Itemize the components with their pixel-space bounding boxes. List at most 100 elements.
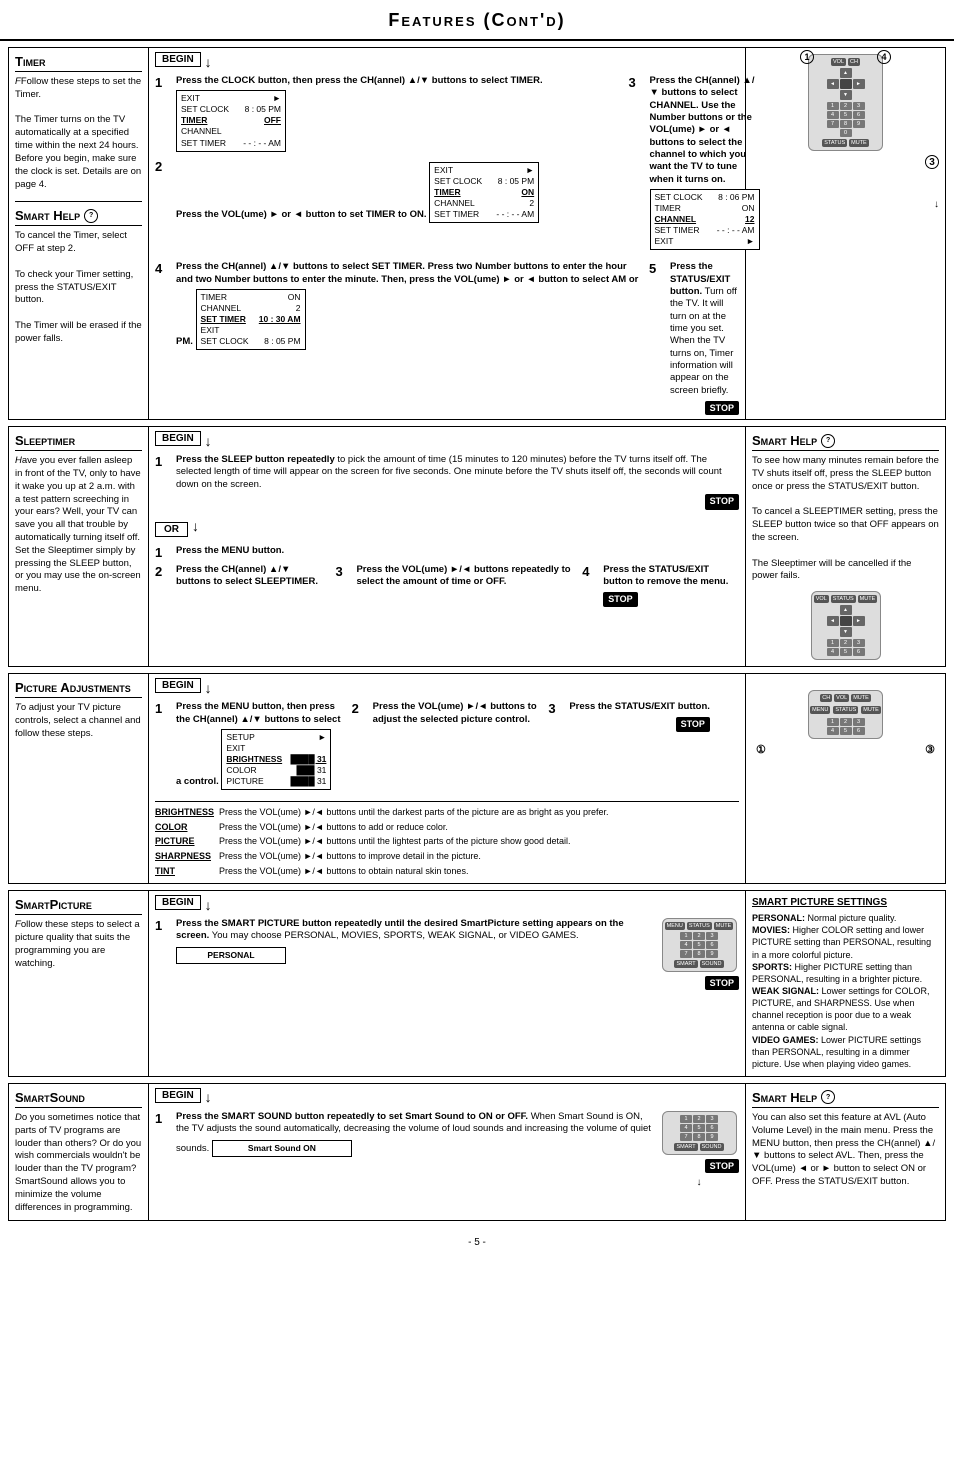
r-5: 5 — [840, 111, 852, 119]
sr-2: 2 — [840, 639, 852, 647]
timer-step-5: 5 Press the STATUS/EXIT button. Turn off… — [649, 261, 739, 397]
r-mute: MUTE — [849, 139, 869, 147]
page-container: Features (Cont'd) Timer FFollow these st… — [0, 0, 954, 1252]
remote-badge-4: 4 — [877, 50, 891, 64]
sleeptimer-section: Sleeptimer Have you ever fallen asleep i… — [8, 426, 946, 667]
sr-6: 6 — [853, 648, 865, 656]
pr-mute: MUTE — [851, 694, 871, 702]
spr-smart: SMART — [674, 960, 697, 968]
ss-arrow-down: ↓ — [697, 1177, 702, 1188]
sleeptimer-left: Sleeptimer Have you ever fallen asleep i… — [9, 427, 149, 666]
sleep-s1b-text: Press the MENU button. — [176, 545, 284, 557]
ssr-sound: SOUND — [700, 1143, 724, 1151]
sleep-or-arrow: ↓ — [192, 518, 199, 541]
pic-s3-text: Press the STATUS/EXIT button. STOP — [569, 701, 710, 732]
sr-vol: VOL — [814, 595, 829, 603]
spr-6: 6 — [706, 941, 718, 949]
sleep-smart-label: Smart Help ? — [752, 433, 939, 451]
r-4: 4 — [827, 111, 839, 119]
adj-color-desc: Press the VOL(ume) ►/◄ buttons to add or… — [219, 821, 448, 834]
pic-step-3: 3 Press the STATUS/EXIT button. STOP — [548, 701, 739, 732]
ss-begin-arrow: ↓ — [205, 1089, 212, 1105]
ssr-8: 8 — [693, 1133, 705, 1141]
sleep-remote: VOL STATUS MUTE ▲ ◄ ► ▼ — [811, 591, 881, 660]
timer-step-4: 4 Press the CH(annel) ▲/▼ buttons to sel… — [155, 261, 643, 353]
smartsound-right: Smart Help ? You can also set this featu… — [745, 1084, 945, 1221]
sleep-s2-num: 2 — [155, 564, 173, 579]
ss-s1-text: Press the SMART SOUND button repeatedly … — [176, 1111, 651, 1160]
r-bottom-row: STATUS MUTE — [822, 139, 868, 147]
sleeptimer-body: Have you ever fallen asleep in front of … — [15, 455, 142, 596]
timer-right: 4 1 VOL CH ▲ ◄ — [745, 48, 945, 419]
step-3-num: 3 — [629, 75, 647, 90]
step-3-text: Press the CH(annel) ▲/▼ buttons to selec… — [650, 75, 760, 253]
timer-label: Timer — [15, 54, 142, 72]
badge-arrow-down: ↓ — [934, 199, 939, 210]
step-4-text: Press the CH(annel) ▲/▼ buttons to selec… — [176, 261, 643, 353]
pr-6: 6 — [853, 727, 865, 735]
ssr-4: 4 — [680, 1124, 692, 1132]
timer-body: FFollow these steps to set the Timer. Th… — [15, 76, 142, 191]
smartpicture-left: SmartPicture Follow these steps to selec… — [9, 891, 149, 1076]
timer-left: Timer FFollow these steps to set the Tim… — [9, 48, 149, 419]
r-9: 9 — [853, 120, 865, 128]
pic-begin: BEGIN — [155, 678, 201, 693]
pr-1: 1 — [827, 718, 839, 726]
r-1: 1 — [827, 102, 839, 110]
timer-smart-help-label: Smart Help ? — [15, 208, 142, 226]
sleep-smart-text: To see how many minutes remain before th… — [752, 455, 939, 583]
smartsound-label: SmartSound — [15, 1090, 142, 1108]
r-0: 0 — [840, 129, 852, 137]
step-1-text: Press the CLOCK button, then press the C… — [176, 75, 643, 155]
spr-2: 2 — [693, 932, 705, 940]
spr-sound: SOUND — [700, 960, 724, 968]
r-ch-btn: CH — [848, 58, 860, 66]
sleep-stop-1: STOP — [705, 494, 739, 510]
pic-menu: SETUP► EXIT BRIGHTNESS████ 31 COLOR███ 3… — [221, 729, 331, 790]
ss-smart-label: Smart Help ? — [752, 1090, 939, 1108]
sleep-s1b-num: 1 — [155, 545, 173, 560]
picture-right: CH VOL MUTE MENU STATUS MUTE 1 2 3 — [745, 674, 945, 883]
sleep-s4-text: Press the STATUS/EXIT button to remove t… — [603, 564, 739, 607]
sr-center — [840, 616, 852, 626]
timer-step-5-col: 5 Press the STATUS/EXIT button. Turn off… — [649, 261, 739, 415]
sp-begin: BEGIN — [155, 895, 201, 910]
sp-settings-title: SMART PICTURE SETTINGS — [752, 897, 939, 908]
r-center — [840, 79, 852, 89]
pic-s2-text: Press the VOL(ume) ►/◄ buttons to adjust… — [373, 701, 543, 726]
smartpicture-label: SmartPicture — [15, 897, 142, 915]
r-6: 6 — [853, 111, 865, 119]
ss-remote: 1 2 3 4 5 6 7 8 9 SMART — [662, 1111, 737, 1155]
r-8: 8 — [840, 120, 852, 128]
sr-up: ▲ — [840, 605, 852, 615]
timer-menu-2: EXIT► SET CLOCK8 : 05 PM TIMERON CHANNEL… — [429, 162, 539, 223]
sp-stop: STOP — [705, 976, 739, 990]
pic-s2-num: 2 — [352, 701, 370, 716]
ssr-3: 3 — [706, 1115, 718, 1123]
timer-step-3-col: 3 Press the CH(annel) ▲/▼ buttons to sel… — [649, 75, 739, 257]
pic-stop: STOP — [676, 717, 710, 733]
pr-mute2: MUTE — [861, 706, 881, 714]
spr-mute: MUTE — [714, 922, 734, 930]
step-2-text: Press the VOL(ume) ► or ◄ button to set … — [176, 159, 539, 226]
ssr-1: 1 — [680, 1115, 692, 1123]
sleep-smart-icon: ? — [821, 434, 835, 448]
sleep-or: OR — [155, 522, 188, 537]
sr-5: 5 — [840, 648, 852, 656]
timer-main: BEGIN ↓ 1 Press the CLOCK button, then p… — [149, 48, 745, 419]
adj-picture: PICTURE — [155, 835, 215, 848]
spr-7: 7 — [680, 950, 692, 958]
badge-3: 3 — [925, 155, 939, 169]
r-numpad: 1 2 3 4 5 6 7 8 9 0 — [827, 102, 865, 137]
r-right: ► — [853, 79, 865, 89]
sr-mute: MUTE — [858, 595, 878, 603]
sleeptimer-main: BEGIN ↓ 1 Press the SLEEP button repeate… — [149, 427, 745, 666]
spr-8: 8 — [693, 950, 705, 958]
pic-s1-text: Press the MENU button, then press the CH… — [176, 701, 346, 793]
timer-step-3: 3 Press the CH(annel) ▲/▼ buttons to sel… — [629, 75, 760, 253]
smartsound-section: SmartSound Do you sometimes notice that … — [8, 1083, 946, 1222]
step-1-num: 1 — [155, 75, 173, 90]
timer-remote: VOL CH ▲ ◄ ► ▼ — [808, 54, 883, 151]
ss-smart-icon: ? — [821, 1090, 835, 1104]
ssr-2: 2 — [693, 1115, 705, 1123]
